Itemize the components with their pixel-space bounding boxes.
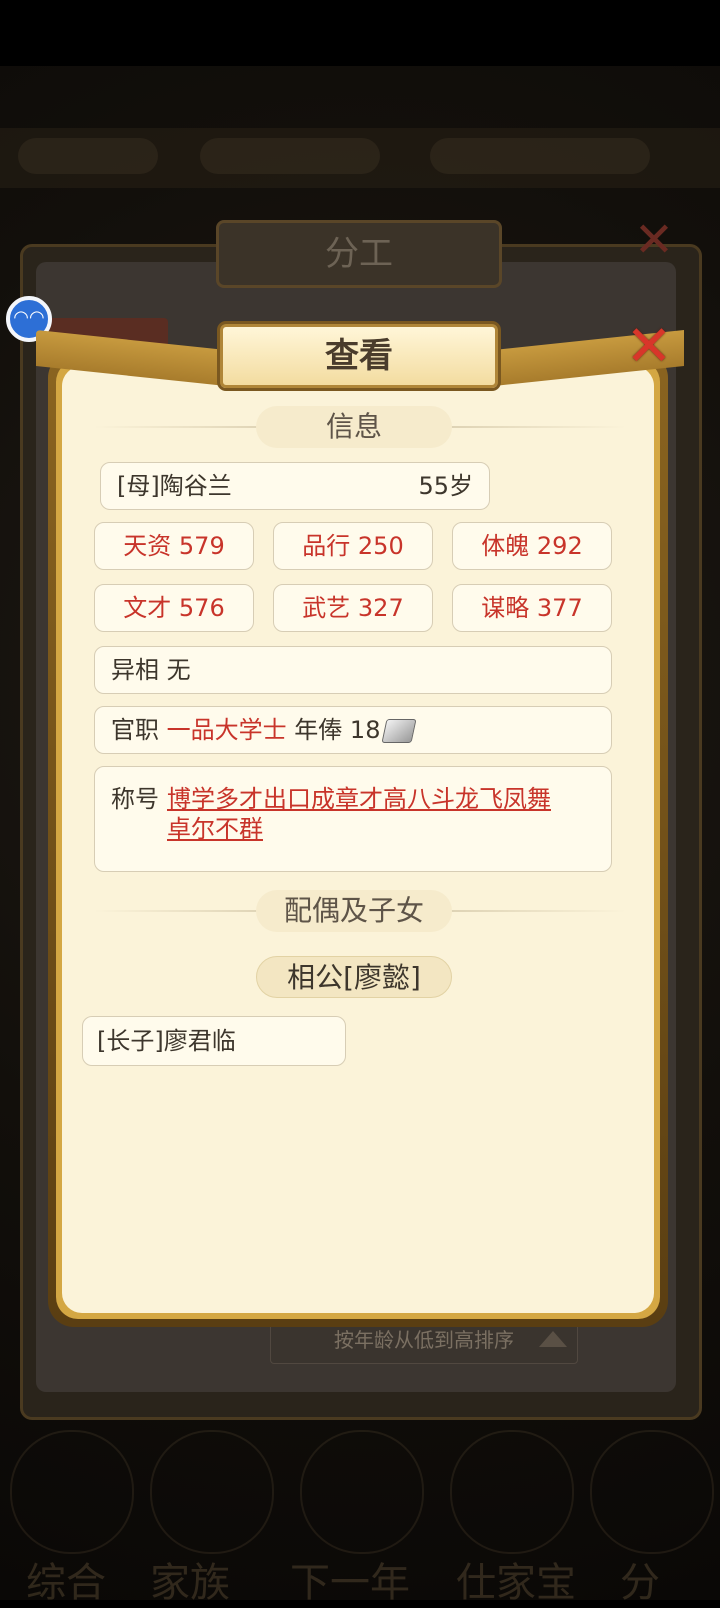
assignment-panel-title: 分工: [216, 220, 502, 288]
child-card[interactable]: [长子]廖君临: [82, 1016, 346, 1066]
bg-tab-circle: [300, 1430, 424, 1554]
assignment-close-icon[interactable]: ✕: [626, 212, 682, 268]
trait-label: 异相: [111, 656, 159, 684]
stat-strategy: 谋略 377: [452, 584, 612, 632]
stat-literary: 文才 576: [94, 584, 254, 632]
dialog-title: 查看: [220, 324, 498, 388]
child-name: [长子]廖君临: [97, 1027, 236, 1055]
background-tab-bar: 综合 家族 下一年 仕家宝 分: [0, 1410, 720, 1606]
office-row: 官职 一品大学士 年俸 18: [94, 706, 612, 754]
bg-tab-label: 仕家宝: [456, 1560, 576, 1606]
office-value: 一品大学士: [166, 716, 287, 744]
info-section-label: 信息: [325, 410, 382, 443]
background-top-bar: [0, 128, 720, 188]
stat-talent: 天资 579: [94, 522, 254, 570]
close-x-icon[interactable]: ✕: [622, 319, 676, 375]
salary-label: 年俸: [294, 716, 343, 744]
stat-physique: 体魄 292: [452, 522, 612, 570]
stat-martial: 武艺 327: [273, 584, 433, 632]
bg-resource-pill: [18, 138, 158, 174]
titles-box: 称号 博学多才出口成章才高八斗龙飞凤舞 卓尔不群: [94, 766, 612, 872]
trait-row: 异相 无: [94, 646, 612, 694]
family-section-title: 配偶及子女: [256, 890, 452, 932]
bg-tab-circle: [450, 1430, 574, 1554]
titles-label: 称号: [111, 785, 159, 813]
family-section-label: 配偶及子女: [283, 894, 424, 927]
silver-ingot-icon: [381, 719, 418, 743]
titles-line-2[interactable]: 卓尔不群: [167, 809, 263, 844]
bg-tab-circle: [10, 1430, 134, 1554]
member-name-box: [母]陶谷兰 55岁: [100, 462, 490, 510]
trait-value: 无: [166, 656, 191, 684]
office-label: 官职: [111, 716, 159, 744]
stat-conduct: 品行 250: [273, 522, 433, 570]
salary-value: 18: [349, 716, 381, 744]
bg-tab-label: 综合: [26, 1560, 106, 1606]
spouse-tag[interactable]: 相公[廖懿]: [256, 956, 452, 998]
bg-tab-circle: [590, 1430, 714, 1554]
bg-tab-circle: [150, 1430, 274, 1554]
member-age: 55岁: [418, 472, 473, 500]
bg-resource-pill: [430, 138, 650, 174]
bg-resource-pill: [200, 138, 380, 174]
member-name: [母]陶谷兰: [117, 472, 232, 500]
bg-tab-label: 分: [620, 1560, 660, 1606]
bg-tab-label: 家族: [150, 1560, 230, 1606]
info-section-title: 信息: [256, 406, 452, 448]
bg-tab-label: 下一年: [290, 1560, 410, 1606]
